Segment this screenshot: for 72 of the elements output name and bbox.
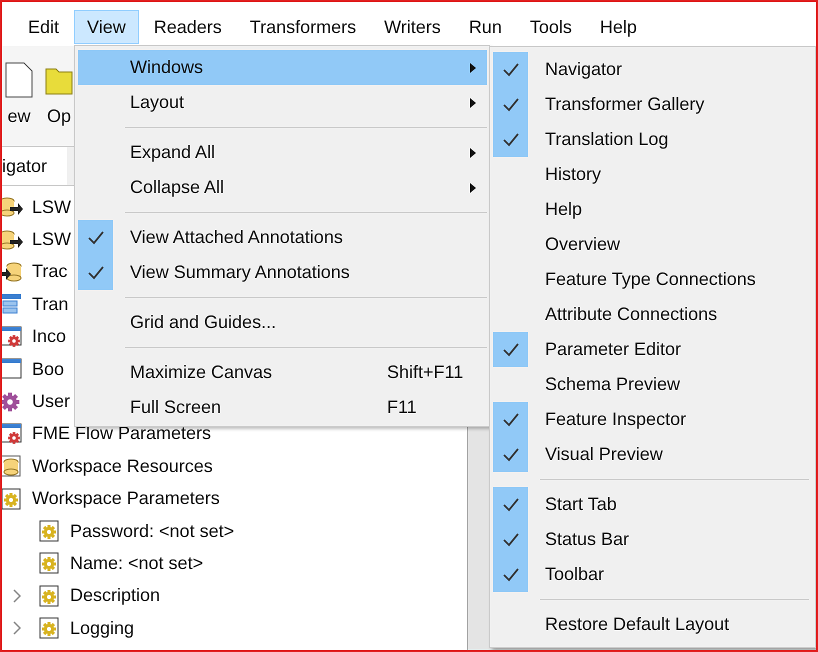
- checkmark-icon: [502, 412, 518, 426]
- menu-bar-item[interactable]: Edit: [15, 10, 72, 44]
- menu-item[interactable]: Feature Inspector: [493, 402, 815, 437]
- menu-bar-item[interactable]: View: [74, 10, 139, 44]
- menu-item[interactable]: View Attached Annotations: [78, 220, 487, 255]
- toolbar-button[interactable]: Op: [44, 61, 74, 130]
- menu-item[interactable]: Transformer Gallery: [493, 87, 815, 122]
- menu-item[interactable]: Expand All: [78, 135, 487, 170]
- tree-item[interactable]: User: [32, 388, 70, 416]
- checkmark-icon: [502, 498, 518, 512]
- tree-item[interactable]: Inco: [32, 323, 66, 350]
- checkmark-icon: [502, 342, 518, 356]
- shortcut-label: Shift+F11: [387, 361, 464, 384]
- menu-item[interactable]: Maximize Canvas Shift+F11: [78, 355, 487, 390]
- tree-item[interactable]: LSW: [32, 194, 72, 221]
- checkmark-icon: [502, 448, 518, 462]
- menu-item[interactable]: Start Tab: [493, 487, 815, 522]
- toolbar-button[interactable]: ew: [4, 61, 34, 130]
- menu-bar-item[interactable]: Writers: [371, 10, 454, 44]
- menu-item[interactable]: Help: [493, 192, 815, 227]
- tree-item[interactable]: Boo: [32, 356, 64, 383]
- menu-item[interactable]: Toolbar: [493, 557, 815, 592]
- submenu-arrow-icon: [469, 146, 477, 158]
- stacked-bars-icon: [2, 292, 24, 316]
- menu-item[interactable]: Translation Log: [493, 122, 815, 157]
- menu-bar-item[interactable]: Readers: [140, 10, 235, 44]
- expand-chevron-icon[interactable]: [13, 588, 21, 603]
- menu-bar-item[interactable]: Run: [456, 10, 515, 44]
- menu-item[interactable]: Layout: [78, 85, 487, 120]
- checkmark-icon: [502, 132, 518, 146]
- menu-item[interactable]: Windows: [78, 50, 487, 85]
- menu-item[interactable]: Parameter Editor: [493, 332, 815, 367]
- tree-item[interactable]: Name: <not set>: [70, 550, 204, 577]
- checkmark-icon: [502, 98, 518, 112]
- database-arrow-icon: [2, 260, 24, 284]
- menu-bar-item[interactable]: Tools: [516, 10, 585, 44]
- tree-item[interactable]: Tran: [32, 290, 68, 318]
- menu-item[interactable]: History: [493, 157, 815, 192]
- menu-item[interactable]: Navigator: [493, 52, 815, 87]
- menu-item[interactable]: Visual Preview: [493, 437, 815, 472]
- menu-item[interactable]: Schema Preview: [493, 367, 815, 402]
- tree-item[interactable]: LSW: [32, 226, 72, 254]
- menu-item[interactable]: Grid and Guides...: [78, 305, 487, 340]
- submenu-arrow-icon: [469, 96, 477, 108]
- database-arrow-icon: [2, 228, 24, 252]
- database-arrow-icon: [2, 195, 24, 220]
- tree-item[interactable]: Description: [70, 582, 160, 610]
- menu-item[interactable]: Full Screen F11: [78, 390, 487, 425]
- tree-item[interactable]: Logging: [70, 614, 134, 642]
- checkmark-icon: [502, 568, 518, 582]
- tree-item[interactable]: Trac: [32, 258, 68, 286]
- checkmark-icon: [502, 62, 518, 76]
- checkmark-icon: [88, 266, 104, 280]
- menu-item[interactable]: View Summary Annotations: [78, 255, 487, 290]
- expand-chevron-icon[interactable]: [13, 621, 21, 636]
- menu-item[interactable]: Feature Type Connections: [493, 262, 815, 297]
- submenu-arrow-icon: [469, 182, 477, 194]
- tree-item[interactable]: Workspace Parameters: [32, 485, 220, 512]
- menu-bar-item[interactable]: Help: [586, 10, 650, 44]
- navigator-tab[interactable]: igator: [2, 147, 68, 185]
- submenu-arrow-icon: [469, 62, 477, 74]
- tree-item[interactable]: Password: <not set>: [70, 518, 234, 545]
- menu-item[interactable]: Overview: [493, 227, 815, 262]
- menu-item[interactable]: Attribute Connections: [493, 297, 815, 332]
- menu-bar-item[interactable]: Transformers: [236, 10, 370, 44]
- checkmark-icon: [88, 230, 104, 244]
- tree-item[interactable]: Workspace Resources: [32, 452, 213, 480]
- checkmark-icon: [502, 532, 518, 546]
- shortcut-label: F11: [387, 396, 418, 419]
- menu-item[interactable]: Collapse All: [78, 170, 487, 205]
- menu-item[interactable]: Restore Default Layout: [493, 607, 815, 642]
- menu-item[interactable]: Status Bar: [493, 522, 815, 557]
